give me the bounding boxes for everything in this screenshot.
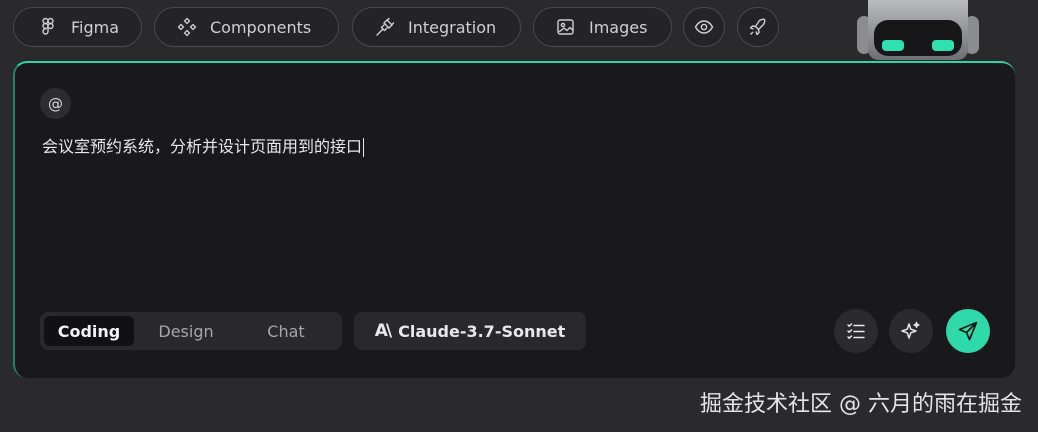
robot-mascot-icon [857, 0, 979, 60]
rocket-icon [747, 16, 769, 38]
image-icon [555, 16, 577, 38]
tab-coding[interactable]: Coding [44, 316, 134, 346]
prompt-panel: @ 会议室预约系统，分析并设计页面用到的接口 Coding Design Cha… [13, 61, 1015, 378]
images-label: Images [589, 17, 648, 37]
task-list-button[interactable] [834, 309, 878, 353]
plug-icon [374, 16, 396, 38]
preview-button[interactable] [683, 7, 725, 47]
mode-tabs: Coding Design Chat [40, 312, 342, 350]
tab-design[interactable]: Design [138, 316, 234, 346]
anthropic-logo-icon: A\ [374, 321, 392, 341]
figma-icon [37, 16, 59, 38]
mention-button[interactable]: @ [40, 88, 71, 119]
model-name: Claude-3.7-Sonnet [398, 321, 566, 341]
send-icon [958, 321, 978, 341]
components-label: Components [210, 17, 312, 37]
figma-label: Figma [71, 17, 120, 37]
figma-button[interactable]: Figma [13, 7, 142, 47]
integration-button[interactable]: Integration [352, 7, 521, 47]
integration-label: Integration [408, 17, 497, 37]
eye-icon [693, 16, 715, 38]
list-icon [847, 323, 865, 340]
sparkle-icon [901, 321, 920, 339]
tab-chat[interactable]: Chat [238, 316, 334, 346]
app-root: Figma Components Integration Images @ 会议… [0, 0, 1038, 432]
images-button[interactable]: Images [533, 7, 672, 47]
prompt-input[interactable]: 会议室预约系统，分析并设计页面用到的接口 [42, 135, 982, 159]
enhance-prompt-button[interactable] [889, 309, 933, 353]
model-selector[interactable]: A\ Claude-3.7-Sonnet [354, 312, 586, 350]
watermark: 掘金技术社区 @ 六月的雨在掘金 [700, 392, 1022, 417]
components-button[interactable]: Components [154, 7, 339, 47]
deploy-button[interactable] [737, 7, 779, 47]
components-icon [176, 16, 198, 38]
prompt-text: 会议室预约系统，分析并设计页面用到的接口 [42, 137, 363, 156]
text-caret [363, 138, 365, 157]
send-button[interactable] [946, 309, 990, 353]
